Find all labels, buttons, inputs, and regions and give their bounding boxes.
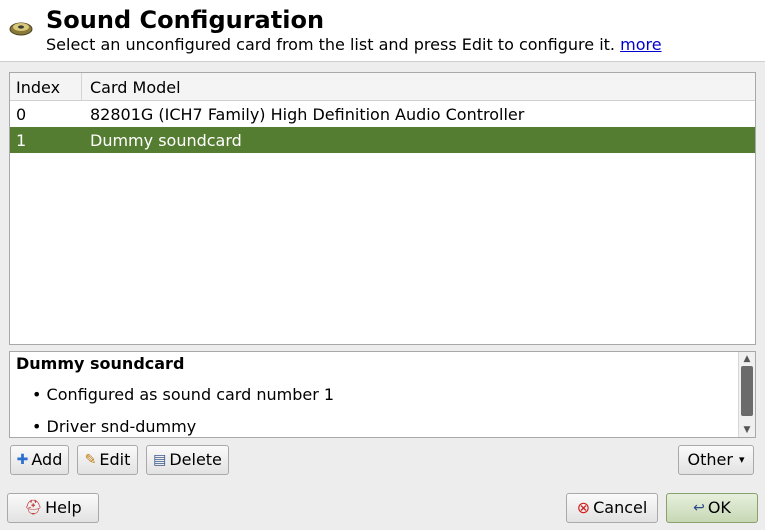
sound-card-table[interactable]: Index Card Model 0 82801G (ICH7 Family) … — [9, 72, 756, 345]
ok-button[interactable]: ↩ OK — [666, 493, 758, 523]
cell-index: 0 — [16, 105, 27, 124]
description-scrollbar[interactable]: ▲ ▼ — [738, 352, 755, 437]
cancel-icon: ⊗ — [576, 498, 591, 517]
description-bullet: • Configured as sound card number 1 — [32, 385, 335, 404]
card-description-panel: Dummy soundcard • Configured as sound ca… — [9, 351, 756, 438]
add-button[interactable]: ✚ Add — [10, 445, 69, 475]
more-link[interactable]: more — [620, 35, 661, 54]
help-button[interactable]: ⛑ Help — [7, 493, 99, 523]
scroll-down-icon[interactable]: ▼ — [739, 423, 755, 437]
pencil-icon: ✎ — [84, 452, 97, 468]
cancel-button-label: Cancel — [593, 498, 648, 517]
chevron-down-icon: ▾ — [738, 453, 745, 466]
add-button-label: Add — [31, 450, 63, 469]
description-bullet: • Driver snd-dummy — [32, 417, 197, 436]
column-header-index[interactable]: Index — [10, 73, 82, 100]
ok-button-label: OK — [707, 498, 731, 517]
cell-card-model: Dummy soundcard — [90, 131, 242, 150]
plus-icon: ✚ — [16, 452, 29, 468]
page-subtitle: Select an unconfigured card from the lis… — [46, 35, 662, 55]
speaker-icon — [9, 22, 33, 36]
page-title: Sound Configuration — [46, 6, 325, 34]
other-button-label: Other — [687, 450, 733, 469]
cancel-button[interactable]: ⊗ Cancel — [566, 493, 658, 523]
scroll-up-icon[interactable]: ▲ — [739, 352, 755, 366]
trash-icon: ▤ — [153, 452, 167, 468]
edit-button-label: Edit — [99, 450, 131, 469]
table-row-selected[interactable]: 1 Dummy soundcard — [10, 127, 755, 153]
help-button-label: Help — [45, 498, 82, 517]
edit-button[interactable]: ✎ Edit — [77, 445, 138, 475]
description-title: Dummy soundcard — [16, 354, 185, 373]
cell-card-model: 82801G (ICH7 Family) High Definition Aud… — [90, 105, 525, 124]
column-header-card-model[interactable]: Card Model — [83, 73, 383, 100]
subtitle-text: Select an unconfigured card from the lis… — [46, 35, 616, 54]
delete-button[interactable]: ▤ Delete — [146, 445, 229, 475]
table-row[interactable]: 0 82801G (ICH7 Family) High Definition A… — [10, 101, 755, 127]
scrollbar-thumb[interactable] — [741, 366, 753, 416]
dialog-header: Sound Configuration Select an unconfigur… — [0, 0, 765, 62]
other-dropdown-button[interactable]: Other ▾ — [678, 445, 754, 475]
cell-index: 1 — [16, 131, 27, 150]
delete-button-label: Delete — [169, 450, 222, 469]
enter-icon: ↩ — [693, 500, 705, 516]
table-header: Index Card Model — [10, 73, 755, 101]
help-icon: ⛑ — [24, 500, 43, 516]
